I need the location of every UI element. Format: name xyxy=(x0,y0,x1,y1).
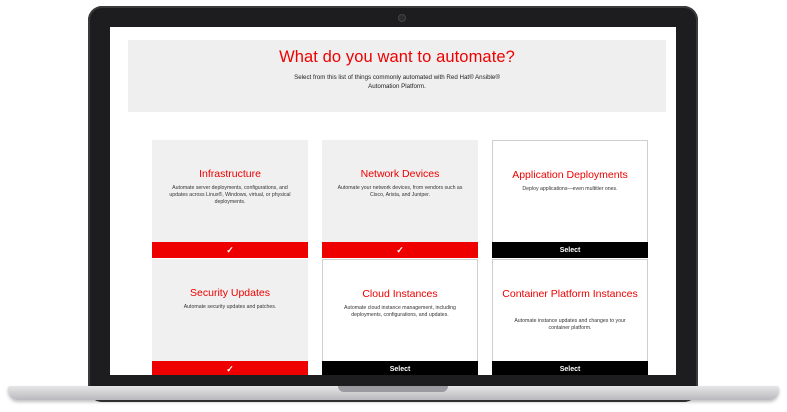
select-button[interactable]: Select xyxy=(322,361,478,375)
selected-checkmark-button[interactable]: ✓ xyxy=(152,361,308,375)
select-button[interactable]: Select xyxy=(492,361,648,375)
card-title: Network Devices xyxy=(360,168,440,180)
card-description: Automate instance updates and changes to… xyxy=(514,318,626,332)
option-card-network-devices[interactable]: Network Devices Automate your network de… xyxy=(322,140,478,258)
card-title: Security Updates xyxy=(190,287,270,299)
checkmark-icon: ✓ xyxy=(226,244,234,255)
card-description: Automate cloud instance management, incl… xyxy=(344,305,456,319)
card-description: Automate server deployments, configurati… xyxy=(169,185,291,206)
select-button[interactable]: Select xyxy=(492,242,648,258)
checkmark-icon: ✓ xyxy=(226,363,234,374)
card-description: Deploy applications—even multitier ones. xyxy=(522,186,618,192)
card-title: Infrastructure xyxy=(199,168,261,180)
card-description: Automate security updates and patches. xyxy=(183,304,277,310)
card-title: Container Platform Instances xyxy=(502,288,638,300)
screen: What do you want to automate? Select fro… xyxy=(110,27,676,375)
page-subtitle: Select from this list of things commonly… xyxy=(294,74,500,90)
card-title: Application Deployments xyxy=(512,169,628,181)
option-card-application-deployments[interactable]: Application Deployments Deploy applicati… xyxy=(492,140,648,258)
option-card-container-platform-instances[interactable]: Container Platform Instances Automate in… xyxy=(492,259,648,375)
laptop-notch xyxy=(338,386,448,392)
option-card-security-updates[interactable]: Security Updates Automate security updat… xyxy=(152,259,308,375)
selected-checkmark-button[interactable]: ✓ xyxy=(152,242,308,258)
card-title: Cloud Instances xyxy=(362,288,438,300)
option-card-infrastructure[interactable]: Infrastructure Automate server deploymen… xyxy=(152,140,308,258)
selected-checkmark-button[interactable]: ✓ xyxy=(322,242,478,258)
camera-icon xyxy=(398,14,406,22)
card-description: Automate your network devices, from vend… xyxy=(337,185,463,199)
checkmark-icon: ✓ xyxy=(396,244,404,255)
page-title: What do you want to automate? xyxy=(279,48,515,66)
option-card-cloud-instances[interactable]: Cloud Instances Automate cloud instance … xyxy=(322,259,478,375)
hero-banner: What do you want to automate? Select fro… xyxy=(128,40,666,112)
